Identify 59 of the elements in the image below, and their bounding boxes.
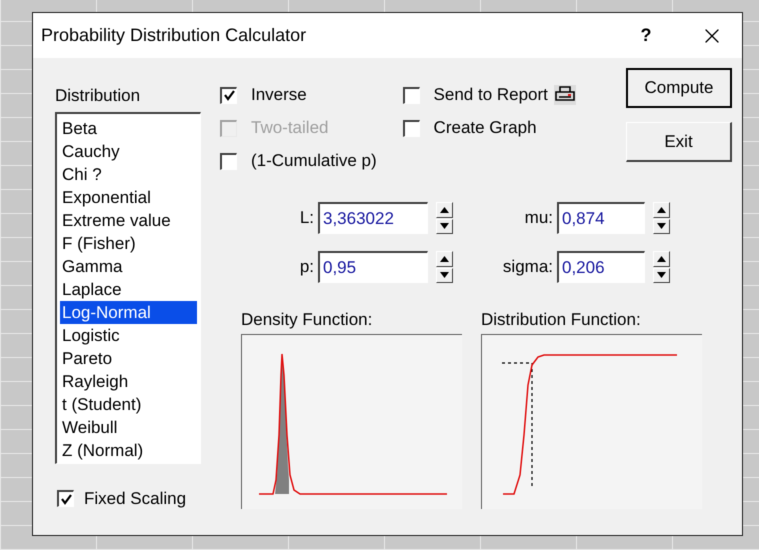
spin-button[interactable] (653, 268, 670, 283)
up-arrow-icon (439, 254, 450, 263)
checkbox[interactable] (220, 86, 237, 104)
list-item[interactable]: Chi ? (60, 163, 197, 186)
checkbox[interactable] (220, 152, 237, 170)
help-button[interactable]: ? (632, 22, 660, 49)
list-item[interactable]: Extreme value (60, 209, 197, 232)
spin-button[interactable] (653, 202, 670, 218)
up-arrow-icon (656, 206, 667, 214)
list-item[interactable]: Log-Normal (60, 301, 197, 324)
checkbox-label: Fixed Scaling (84, 488, 186, 510)
exit-button[interactable]: Exit (626, 122, 732, 162)
list-item[interactable]: Rayleigh (60, 370, 197, 393)
plot-title: Distribution Function: (481, 311, 642, 329)
compute-button[interactable]: Compute (626, 68, 732, 108)
checkbox-label: Two-tailed (251, 117, 328, 140)
checkbox[interactable] (402, 120, 420, 136)
spin-button[interactable] (653, 218, 670, 234)
spin-button[interactable] (436, 202, 453, 218)
list-item[interactable]: Laplace (60, 278, 197, 301)
parameter-label: p: (298, 256, 315, 278)
down-arrow-icon (656, 222, 667, 230)
up-arrow-icon (439, 206, 450, 214)
checkbox-label: Create Graph (434, 117, 537, 140)
spin-button[interactable] (436, 251, 453, 266)
down-arrow-icon (439, 222, 450, 230)
plot-title: Density Function: (241, 311, 374, 329)
spin-button[interactable] (436, 268, 453, 283)
list-item[interactable]: Beta (60, 117, 197, 140)
list-item[interactable]: Logistic (60, 324, 197, 347)
checkbox-label: Send to Report (434, 84, 548, 106)
window-title: Probability Distribution Calculator (41, 24, 306, 47)
distribution-label: Distribution (55, 86, 142, 106)
list-item[interactable]: F (Fisher) (60, 232, 197, 255)
parameter-field[interactable]: 0,95 (318, 251, 428, 283)
checkbox[interactable] (402, 86, 420, 104)
up-arrow-icon (656, 254, 667, 263)
list-item[interactable]: Z (Normal) (60, 439, 197, 462)
down-arrow-icon (439, 271, 450, 280)
list-item[interactable]: Gamma (60, 255, 197, 278)
list-item[interactable]: t (Student) (60, 393, 197, 416)
spin-button[interactable] (436, 218, 453, 234)
list-item[interactable]: Pareto (60, 347, 197, 370)
parameter-label: mu: (524, 207, 554, 230)
checkbox-label: Inverse (251, 84, 307, 106)
parameter-label: sigma: (502, 256, 554, 278)
parameter-field[interactable]: 0,206 (557, 251, 645, 283)
list-item[interactable]: Exponential (60, 186, 197, 209)
distribution-list[interactable]: Beta Cauchy Chi ? Exponential Extreme value F (Fisher) Gamma Laplace Log-Normal Logistic Pareto Rayleigh t (Student) Weibull Z (Normal) (55, 112, 201, 464)
checkbox[interactable] (57, 490, 74, 508)
parameter-label: L: (298, 207, 315, 230)
list-item[interactable]: Weibull (60, 416, 197, 439)
printer-icon[interactable] (554, 85, 576, 105)
down-arrow-icon (656, 271, 667, 280)
checkbox-label: (1-Cumulative p) (251, 150, 377, 172)
list-item[interactable]: Cauchy (60, 140, 197, 163)
parameter-field[interactable]: 3,363022 (318, 202, 428, 234)
spin-button[interactable] (653, 251, 670, 266)
parameter-field[interactable]: 0,874 (557, 202, 645, 234)
